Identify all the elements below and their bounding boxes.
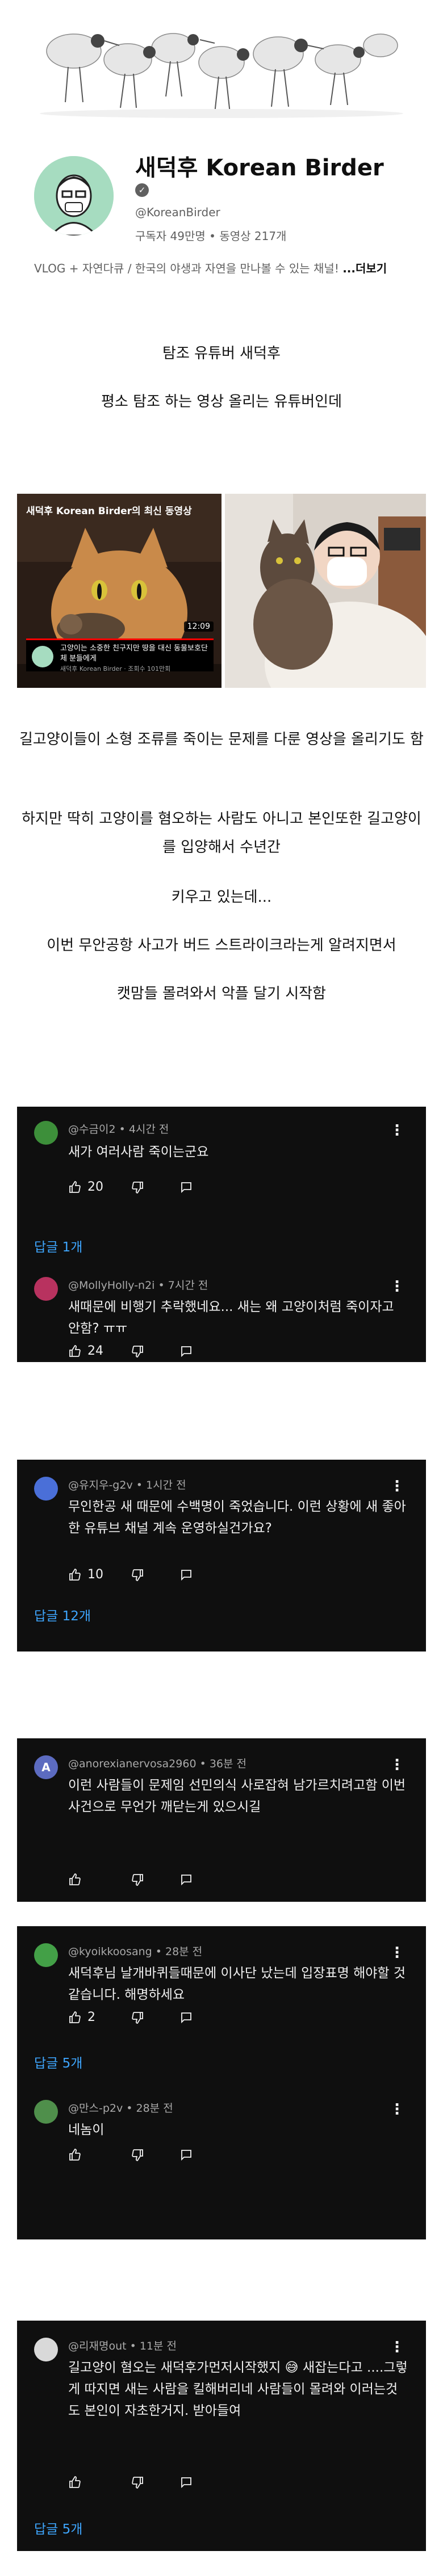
comment-text: 네놈이 <box>68 2123 105 2137</box>
replies-button[interactable]: 답글 5개 <box>34 2052 82 2071</box>
replies-button[interactable]: 답글 12개 <box>34 1605 91 1624</box>
comment-author[interactable]: @유지우-g2v • 1시간 전 <box>68 1477 186 1492</box>
post-paragraph: 평소 탐조 하는 영상 올리는 유튜버인데 <box>101 393 342 410</box>
comment-panel: @kyoikkoosang • 28분 전 ⋮ 새덕후님 날개바퀴들때문에 이사… <box>17 1926 426 2239</box>
thumbs-down-icon[interactable] <box>131 2475 144 2489</box>
comment-actions <box>68 2148 250 2165</box>
comment-actions: 2 <box>68 2010 250 2027</box>
thumbs-up-icon[interactable] <box>68 1180 82 1194</box>
commenter-avatar[interactable] <box>34 1277 58 1301</box>
commenter-avatar[interactable] <box>34 2100 58 2124</box>
channel-description-text: VLOG + 자연다큐 / 한국의 야생과 자연을 만나볼 수 있는 채널! <box>34 262 343 275</box>
reply-icon[interactable] <box>179 2010 193 2024</box>
reply-icon[interactable] <box>179 2148 193 2162</box>
comment-actions: 10 <box>68 1568 250 1585</box>
video-caption-box: 고양이는 소중한 친구지만 땅을 대신 동물보호단체 분들에게 새덕후 Kore… <box>26 638 214 673</box>
comment-actions <box>68 2475 250 2492</box>
post-paragraph: 길고양이들이 소형 조류를 죽이는 문제를 다룬 영상을 올리기도 함 <box>19 731 424 748</box>
video-section-title: 새덕후 Korean Birder의 최신 동영상 <box>26 506 192 517</box>
comment-text: 길고양이 혐오는 새덕후가먼저시작했지 😅 새잡는다고 ....그렇게 따지면 … <box>68 2360 408 2418</box>
thumbs-up-icon[interactable] <box>68 2148 82 2162</box>
comment-actions <box>68 1872 250 1889</box>
thumbs-up-icon[interactable] <box>68 1568 82 1582</box>
comment-author[interactable]: @kyoikkoosang • 28분 전 <box>68 1943 202 1959</box>
comment-panel: @리재명out • 11분 전 ⋮ 길고양이 혐오는 새덕후가먼저시작했지 😅 … <box>17 2321 426 2551</box>
reply-icon[interactable] <box>179 1344 193 1358</box>
post-paragraph: 탐조 유튜버 새덕후 <box>162 345 281 362</box>
post-paragraph: 캣맘들 몰려와서 악플 달기 시작함 <box>117 985 326 1002</box>
replies-button[interactable]: 답글 5개 <box>34 2518 82 2537</box>
comment-text: 새가 여러사람 죽이는군요 <box>68 1145 209 1159</box>
reply-icon[interactable] <box>179 2475 193 2489</box>
thumbs-down-icon[interactable] <box>131 2148 144 2162</box>
comment-author[interactable]: @리재명out • 11분 전 <box>68 2338 177 2353</box>
thumbs-up-icon[interactable] <box>68 1344 82 1358</box>
like-count: 10 <box>87 1568 103 1582</box>
more-vertical-icon[interactable]: ⋮ <box>390 2340 404 2355</box>
post-paragraph: 키우고 있는데... <box>171 889 272 906</box>
comment-actions: 20 <box>68 1180 250 1197</box>
reply-icon[interactable] <box>179 1568 193 1582</box>
channel-banner-birds-illustration <box>40 33 403 118</box>
thumbs-down-icon[interactable] <box>131 1344 144 1358</box>
channel-description[interactable]: VLOG + 자연다큐 / 한국의 야생과 자연을 만나볼 수 있는 채널! .… <box>34 260 409 277</box>
comment-actions: 24 <box>68 1344 250 1361</box>
thumbs-down-icon[interactable] <box>131 1872 144 1886</box>
commenter-avatar[interactable] <box>34 1477 58 1501</box>
more-link[interactable]: ...더보기 <box>342 262 387 275</box>
more-vertical-icon[interactable]: ⋮ <box>390 1945 404 1960</box>
more-vertical-icon[interactable]: ⋮ <box>390 1758 404 1772</box>
reply-icon[interactable] <box>179 1872 193 1886</box>
commenter-avatar[interactable] <box>34 1121 58 1145</box>
comment-text: 무인한공 새 때문에 수백명이 죽었습니다. 이런 상황에 새 좋아한 유튜브 … <box>68 1499 406 1536</box>
comment-author[interactable]: @MollyHolly-n2i • 7시간 전 <box>68 1277 208 1292</box>
comment-panel: @수금이2 • 4시간 전 ⋮ 새가 여러사람 죽이는군요 20 답글 1개 @… <box>17 1107 426 1362</box>
commenter-avatar[interactable]: A <box>34 1755 58 1779</box>
thumbs-down-icon[interactable] <box>131 1180 144 1194</box>
comment-panel: A @anorexianervosa2960 • 36분 전 ⋮ 이런 사람들이… <box>17 1738 426 1902</box>
channel-handle: @KoreanBirder <box>135 205 220 219</box>
like-count: 24 <box>87 1344 103 1358</box>
channel-stats: 구독자 49만명 • 동영상 217개 <box>135 229 287 243</box>
more-vertical-icon[interactable]: ⋮ <box>390 1479 404 1494</box>
birder-avatar-icon <box>34 156 114 236</box>
post-paragraph: 이번 무안공항 사고가 버드 스트라이크라는게 알려지면서 <box>47 937 396 954</box>
thumbs-up-icon[interactable] <box>68 2475 82 2489</box>
like-count: 2 <box>87 2010 95 2024</box>
video-thumbnail-cat-with-bird[interactable]: 새덕후 Korean Birder의 최신 동영상 12:09 고양이는 소중한… <box>17 494 222 688</box>
channel-avatar[interactable] <box>34 156 114 236</box>
replies-button[interactable]: 답글 1개 <box>34 1236 82 1255</box>
check-circle-icon: ✓ <box>135 183 149 197</box>
comment-text: 새때문에 비행기 추락했네요... 새는 왜 고양이처럼 죽이자고 안함? ㅠㅠ <box>68 1300 394 1336</box>
comment-text: 새덕후님 날개바퀴들때문에 이사단 났는데 입장표명 해야할 것 같습니다. 해… <box>68 1966 406 2002</box>
commenter-avatar[interactable] <box>34 1943 58 1967</box>
person-holding-cat-image <box>225 494 426 688</box>
more-vertical-icon[interactable]: ⋮ <box>390 1279 404 1294</box>
reply-icon[interactable] <box>179 1180 193 1194</box>
like-count: 20 <box>87 1180 103 1194</box>
photo-person-holding-cat <box>225 494 426 688</box>
mini-channel-avatar <box>32 646 53 667</box>
thumbs-up-icon[interactable] <box>68 2010 82 2024</box>
thumbs-down-icon[interactable] <box>131 1568 144 1582</box>
thumbs-up-icon[interactable] <box>68 1872 82 1886</box>
video-duration: 12:09 <box>183 621 214 632</box>
video-caption-meta: 새덕후 Korean Birder · 조회수 101만회 <box>60 665 171 673</box>
video-caption-title: 고양이는 소중한 친구지만 땅을 대신 동물보호단체 분들에게 <box>60 644 208 663</box>
comment-author[interactable]: @수금이2 • 4시간 전 <box>68 1121 169 1136</box>
channel-name: 새덕후 Korean Birder <box>135 155 384 181</box>
comment-author[interactable]: @만스-p2v • 28분 전 <box>68 2100 173 2115</box>
commenter-avatar[interactable] <box>34 2338 58 2361</box>
thumbs-down-icon[interactable] <box>131 2010 144 2024</box>
more-vertical-icon[interactable]: ⋮ <box>390 2102 404 2117</box>
comment-panel: @유지우-g2v • 1시간 전 ⋮ 무인한공 새 때문에 수백명이 죽었습니다… <box>17 1460 426 1652</box>
post-paragraph: 하지만 딱히 고양이를 혐오하는 사람도 아니고 본인또한 길고양이를 입양해서… <box>22 810 421 856</box>
more-vertical-icon[interactable]: ⋮ <box>390 1123 404 1138</box>
comment-author[interactable]: @anorexianervosa2960 • 36분 전 <box>68 1755 246 1771</box>
comment-text: 이런 사람들이 문제임 선민의식 사로잡혀 남가르치려고함 이번 사건으로 무언… <box>68 1778 406 1814</box>
